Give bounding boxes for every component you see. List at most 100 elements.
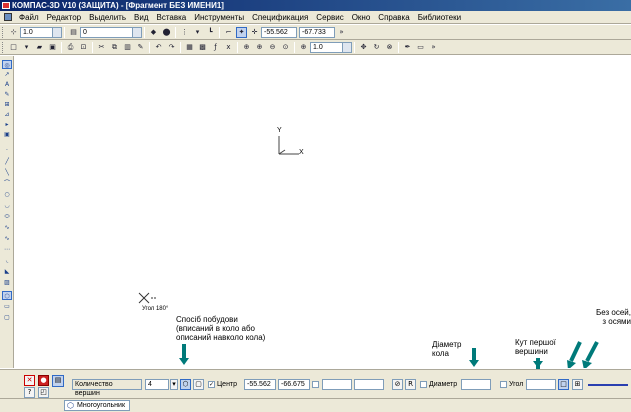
properties-icon[interactable]: ✎	[135, 42, 146, 53]
circle-tool-icon[interactable]: ○	[2, 190, 12, 199]
zoom-previous-icon[interactable]: ⊗	[384, 42, 395, 53]
segment-tool-icon[interactable]: ╲	[2, 168, 12, 177]
drawing-canvas[interactable]: Y X Угол 180° Спосіб побудови (вписаний …	[15, 56, 631, 374]
pan-icon[interactable]: ✥	[358, 42, 369, 53]
local-cs-icon[interactable]: ┗	[205, 27, 216, 38]
paste-icon[interactable]: ▥	[122, 42, 133, 53]
help-icon[interactable]: ?	[24, 387, 35, 398]
copy-icon[interactable]: ⧉	[109, 42, 120, 53]
edit-panel-icon[interactable]: ✎	[2, 90, 12, 99]
layer-icon[interactable]: ▤	[68, 27, 79, 38]
fillet-tool-icon[interactable]: ◟	[2, 256, 12, 265]
new-file-icon[interactable]: □	[8, 42, 19, 53]
snap-step-icon[interactable]: ⊹	[8, 27, 19, 38]
bezier-tool-icon[interactable]: ∿	[2, 223, 12, 232]
zoom-scale-icon[interactable]: ⊕	[298, 42, 309, 53]
library-icon[interactable]: ▩	[197, 42, 208, 53]
layer-combo[interactable]: 0	[80, 26, 142, 38]
zoom-out-icon[interactable]: ⊖	[267, 42, 278, 53]
arc-tool-icon[interactable]: ◡	[2, 201, 12, 210]
toolbar-grip[interactable]	[2, 26, 5, 38]
angle-checkbox[interactable]	[500, 381, 507, 388]
zoom-all-icon[interactable]: ⊙	[280, 42, 291, 53]
menu-window[interactable]: Окно	[348, 13, 375, 22]
point-checkbox[interactable]	[312, 381, 319, 388]
parametrization-panel-icon[interactable]: ⊞	[2, 100, 12, 109]
menu-view[interactable]: Вид	[130, 13, 152, 22]
redo-icon[interactable]: ↷	[166, 42, 177, 53]
grid-icon[interactable]: ⋮	[179, 27, 190, 38]
no-axes-icon[interactable]: □	[558, 379, 569, 390]
menu-select[interactable]: Выделить	[85, 13, 130, 22]
angle-field[interactable]	[526, 379, 556, 390]
select-panel-icon[interactable]: ▸	[2, 120, 12, 129]
symbols-panel-icon[interactable]: A	[2, 80, 12, 89]
tools-icon[interactable]: ✒	[402, 42, 413, 53]
property-tab-icon[interactable]: ▤	[52, 375, 64, 387]
polygon-tool-icon[interactable]: ⬡	[2, 291, 12, 300]
open-folder-icon[interactable]: ▰	[34, 42, 45, 53]
print-icon[interactable]: ⎙	[65, 42, 76, 53]
cursor-coords-icon[interactable]: ✛	[249, 27, 260, 38]
abort-icon[interactable]: ●	[38, 375, 49, 386]
toolbar-overflow-icon[interactable]: »	[428, 42, 439, 53]
menu-specification[interactable]: Спецификация	[248, 13, 312, 22]
manager-icon[interactable]: ▦	[184, 42, 195, 53]
point-tool-icon[interactable]: ·	[2, 146, 12, 155]
contour-tool-icon[interactable]: ▢	[2, 313, 12, 322]
diameter-field[interactable]	[461, 379, 491, 390]
save-icon[interactable]: ▣	[47, 42, 58, 53]
measure-panel-icon[interactable]: ⊿	[2, 110, 12, 119]
ortho-icon[interactable]: ⌐	[223, 27, 234, 38]
toolbar-grip[interactable]	[2, 41, 5, 53]
dimensions-panel-icon[interactable]: ↗	[2, 70, 12, 79]
snaps-icon[interactable]: ✦	[236, 26, 247, 38]
menu-file[interactable]: Файл	[15, 13, 43, 22]
associative-panel-icon[interactable]: ▣	[2, 130, 12, 139]
display-icon[interactable]: ▭	[415, 42, 426, 53]
create-object-icon[interactable]: ◰	[38, 387, 49, 398]
menu-editor[interactable]: Редактор	[43, 13, 85, 22]
zoom-in-icon[interactable]: ⊕	[254, 42, 265, 53]
center-x-field[interactable]: -55.562	[244, 379, 276, 390]
ellipse-tool-icon[interactable]: ⬭	[2, 212, 12, 221]
diameter-mode-icon[interactable]: ⊘	[392, 379, 403, 390]
vertices-dropdown-icon[interactable]: ▾	[170, 379, 178, 390]
line-style-sample[interactable]	[588, 384, 628, 386]
menu-libraries[interactable]: Библиотеки	[414, 13, 465, 22]
coord-x-field[interactable]: -55.562	[261, 26, 297, 38]
refresh-icon[interactable]: ↻	[371, 42, 382, 53]
zoom-combo[interactable]: 1.0	[310, 41, 352, 53]
auxiliary-tool-icon[interactable]: ⋯	[2, 245, 12, 254]
toolbar-overflow-icon[interactable]: »	[336, 27, 347, 38]
rectangle-tool-icon[interactable]: ▭	[2, 302, 12, 311]
with-axes-icon[interactable]: ⊞	[572, 379, 583, 390]
polyline-tool-icon[interactable]: ⌒	[2, 179, 12, 188]
circumscribed-mode-icon[interactable]: ▢	[193, 379, 204, 390]
variables-icon[interactable]: ƒ	[210, 42, 221, 53]
spline-tool-icon[interactable]: ∿	[2, 234, 12, 243]
geometry-panel-icon[interactable]: ◎	[2, 60, 12, 69]
document-icon[interactable]	[4, 13, 12, 21]
diameter-checkbox[interactable]	[420, 381, 427, 388]
scale-combo[interactable]: 1.0	[20, 26, 62, 38]
menu-help[interactable]: Справка	[374, 13, 413, 22]
stop-command-icon[interactable]: ✕	[24, 375, 35, 386]
menu-insert[interactable]: Вставка	[153, 13, 191, 22]
cut-icon[interactable]: ✂	[96, 42, 107, 53]
grid-dropdown-icon[interactable]: ▾	[192, 27, 203, 38]
new-dropdown-icon[interactable]: ▾	[21, 42, 32, 53]
zoom-window-icon[interactable]: ⊕	[241, 42, 252, 53]
style-icon[interactable]: ◆	[148, 27, 159, 38]
undo-icon[interactable]: ↶	[153, 42, 164, 53]
print-preview-icon[interactable]: ⊡	[78, 42, 89, 53]
chamfer-tool-icon[interactable]: ◣	[2, 267, 12, 276]
center-y-field[interactable]: -66.675	[278, 379, 310, 390]
center-checkbox[interactable]: ✓	[208, 381, 215, 388]
vertices-field[interactable]: 4	[145, 379, 169, 390]
inscribed-mode-icon[interactable]: ⬡	[180, 379, 191, 390]
radius-mode-icon[interactable]: R	[405, 379, 416, 390]
formula-icon[interactable]: x	[223, 42, 234, 53]
line-tool-icon[interactable]: ╱	[2, 157, 12, 166]
menu-tools[interactable]: Инструменты	[190, 13, 248, 22]
